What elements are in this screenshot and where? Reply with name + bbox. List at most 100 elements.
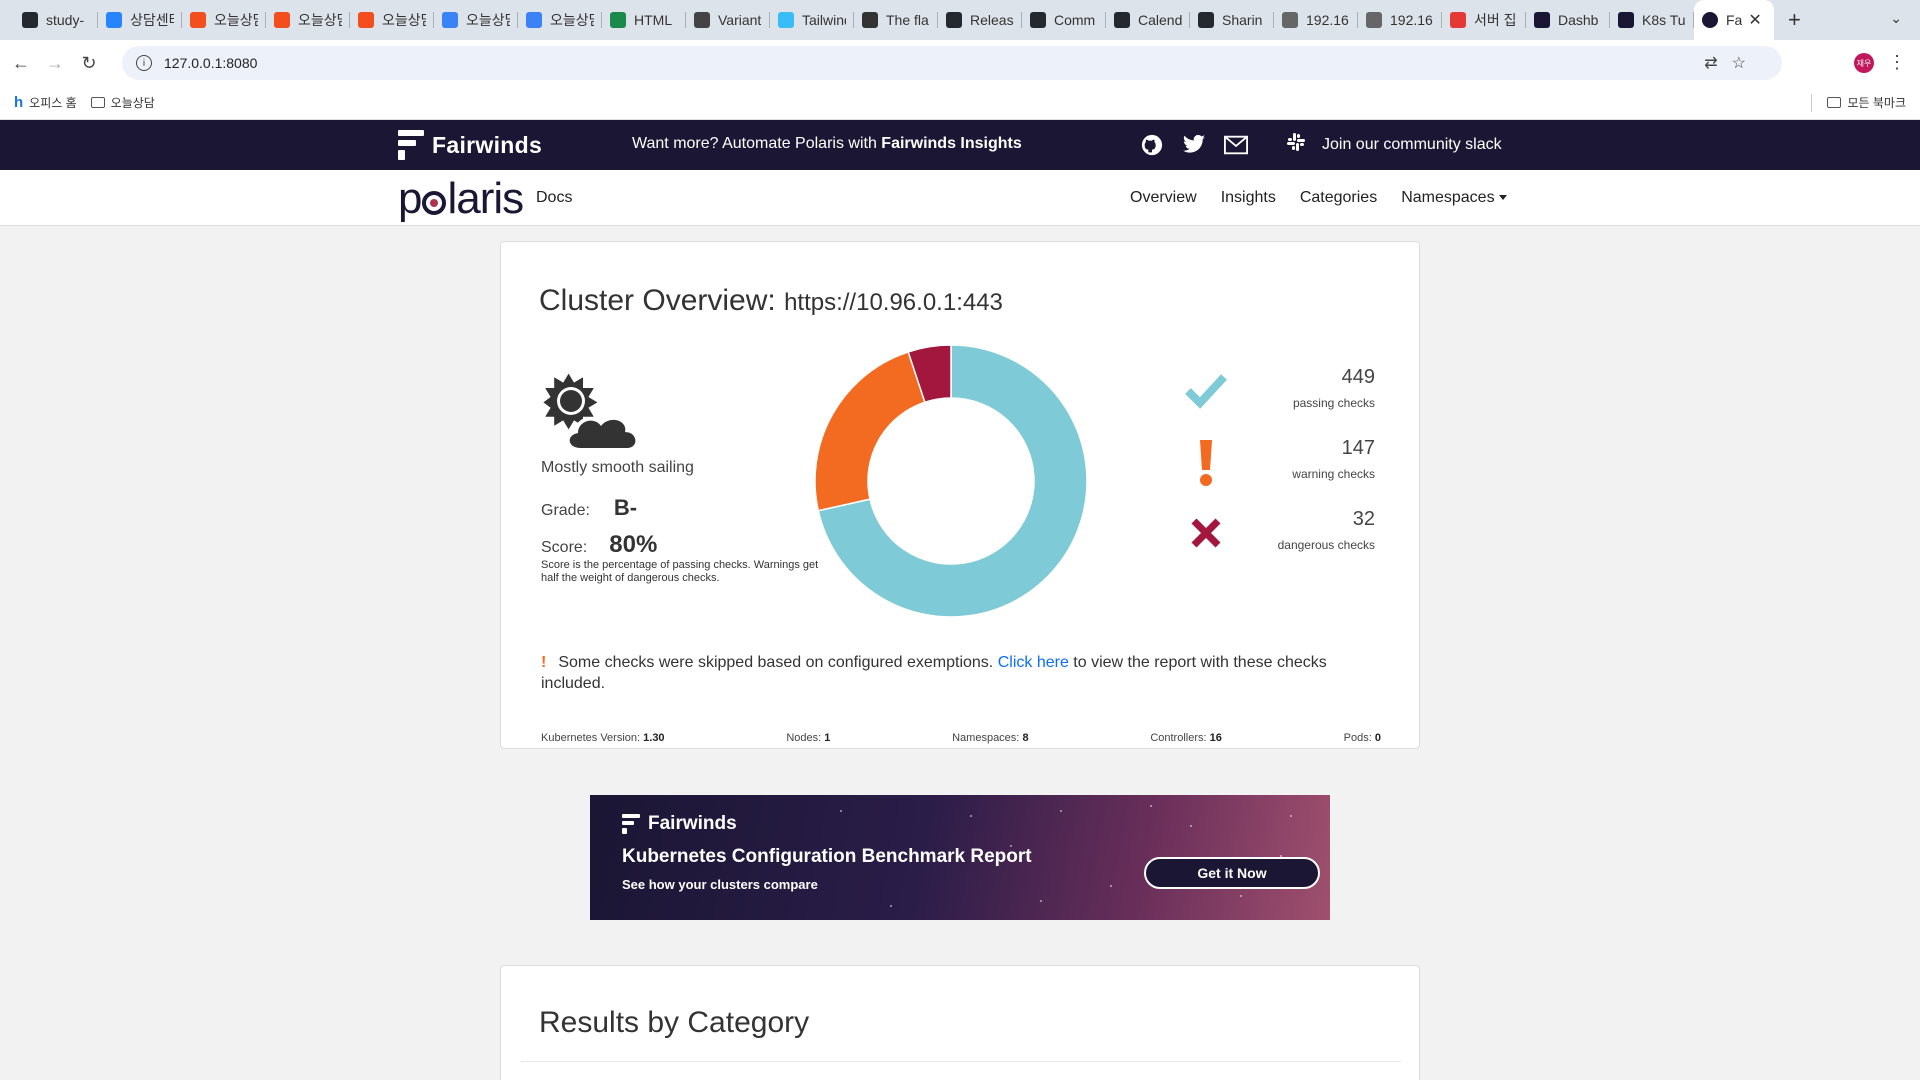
new-tab-icon[interactable]: + <box>1788 7 1801 33</box>
back-icon[interactable]: ← <box>4 53 38 74</box>
github-icon[interactable] <box>1140 133 1164 157</box>
stat-nodes: Nodes: 1 <box>786 732 830 744</box>
tab-label: 192.16 <box>1390 12 1433 28</box>
fairwinds-icon <box>1618 12 1634 28</box>
browser-tab[interactable]: 상담센터 <box>98 0 182 40</box>
w-icon <box>610 12 626 28</box>
star-decoration <box>1110 885 1112 887</box>
tab-label: study- <box>46 12 85 28</box>
reload-icon[interactable]: ↻ <box>72 53 106 74</box>
browser-tab[interactable]: Sharin <box>1190 0 1274 40</box>
view-with-exemptions-link[interactable]: Click here <box>998 654 1069 671</box>
title-text: Cluster Overview: <box>539 284 776 317</box>
slack-label: Join our community slack <box>1322 135 1502 153</box>
site-info-icon[interactable]: i <box>136 55 152 71</box>
url-text[interactable]: 127.0.0.1:8080 <box>164 55 257 71</box>
warning-label: warning checks <box>1292 467 1375 481</box>
all-bookmarks[interactable]: 모든 북마크 <box>1827 94 1906 111</box>
exempt-text: Some checks were skipped based on config… <box>558 654 994 671</box>
browser-tab[interactable]: HTML <box>602 0 686 40</box>
trello-icon <box>526 12 542 28</box>
check-summary: 449 passing checks 147 warning checks 32… <box>1181 366 1375 579</box>
get-it-now-button[interactable]: Get it Now <box>1144 857 1320 889</box>
browser-tab[interactable]: 192.16 <box>1358 0 1442 40</box>
translate-icon[interactable]: ⇄ <box>1704 53 1717 73</box>
grade-label: Grade: <box>541 502 590 519</box>
fairwinds-mark-icon <box>622 814 640 834</box>
browser-tab[interactable]: study- <box>14 0 98 40</box>
nav-overview[interactable]: Overview <box>1130 189 1197 207</box>
nav-categories[interactable]: Categories <box>1300 189 1377 207</box>
star-decoration <box>890 905 892 907</box>
checkmark-icon <box>1181 366 1231 416</box>
forward-icon[interactable]: → <box>38 53 72 74</box>
bookmark-folder-consult[interactable]: 오늘상담 <box>90 94 155 111</box>
score-label: Score: <box>541 539 588 556</box>
grade-value: B- <box>613 495 638 520</box>
star-decoration <box>1290 815 1292 817</box>
browser-tab[interactable]: 오늘상담 <box>182 0 266 40</box>
browser-tab[interactable]: Dashb <box>1526 0 1610 40</box>
donut-slice-warning-checks <box>814 350 926 512</box>
bookmark-star-icon[interactable]: ☆ <box>1732 53 1746 73</box>
browser-tab[interactable]: The fla <box>854 0 938 40</box>
browser-tab[interactable]: Releas <box>938 0 1022 40</box>
trello-icon <box>442 12 458 28</box>
score-note: Score is the percentage of passing check… <box>541 559 819 584</box>
browser-tab-active[interactable]: Fa ✕ <box>1694 0 1774 40</box>
bookmarks-bar: h 오피스 홈 오늘상담 모든 북마크 <box>0 86 1920 120</box>
tab-label: 상담센터 <box>130 12 174 28</box>
browser-tab[interactable]: 오늘상담 <box>350 0 434 40</box>
polaris-navbar: p laris Docs Overview Insights Categories… <box>0 170 1920 226</box>
browser-tab-strip: study- 상담센터 오늘상담 오늘상담 오늘상담 오늘상담 오늘상담 HTML Varian… <box>0 0 1920 40</box>
browser-tab[interactable]: Comm <box>1022 0 1106 40</box>
fairwinds-brand: Fairwinds <box>432 131 543 158</box>
star-decoration <box>840 810 842 812</box>
weather-label: Mostly smooth sailing <box>541 459 694 476</box>
checks-donut-chart <box>814 344 1088 618</box>
slack-community-link[interactable]: Join our community slack <box>1286 132 1502 157</box>
figma-icon <box>358 12 374 28</box>
nav-insights[interactable]: Insights <box>1221 189 1276 207</box>
browser-tab[interactable]: 192.16 <box>1274 0 1358 40</box>
browser-menu-icon[interactable]: ⋮ <box>1888 52 1906 73</box>
tab-search-chevron-icon[interactable]: ⌄ <box>1890 10 1902 27</box>
passing-checks: 449 passing checks <box>1181 366 1375 437</box>
nav-namespaces-dropdown[interactable]: Namespaces <box>1401 189 1507 207</box>
browser-tab[interactable]: 오늘상담 <box>518 0 602 40</box>
browser-tab[interactable]: K8s Tu <box>1610 0 1694 40</box>
stat-label: Controllers: <box>1150 732 1207 744</box>
bookmark-office-home[interactable]: h 오피스 홈 <box>14 94 77 111</box>
x-icon <box>1181 508 1231 558</box>
twitter-icon[interactable] <box>1182 133 1206 157</box>
browser-tab[interactable]: Variant <box>686 0 770 40</box>
fairwinds-icon <box>1534 12 1550 28</box>
page-title: Cluster Overview: https://10.96.0.1:443 <box>539 284 1003 318</box>
insights-promo-link[interactable]: Want more? Automate Polaris with Fairwin… <box>632 135 1022 153</box>
globe-icon <box>1282 12 1298 28</box>
close-tab-icon[interactable]: ✕ <box>1748 10 1761 30</box>
benchmark-report-banner[interactable]: Fairwinds Kubernetes Configuration Bench… <box>590 795 1330 920</box>
docs-link[interactable]: Docs <box>536 189 572 207</box>
h-icon: h <box>14 94 24 111</box>
all-bookmarks-label: 모든 북마크 <box>1847 96 1906 110</box>
github-icon <box>22 12 38 28</box>
browser-tab[interactable]: Calend <box>1106 0 1190 40</box>
browser-tab[interactable]: 서버 집 <box>1442 0 1526 40</box>
fairwinds-topbar: Fairwinds Want more? Automate Polaris wi… <box>0 120 1920 170</box>
polaris-logo[interactable]: p laris <box>398 174 524 224</box>
tab-label: Dashb <box>1558 12 1599 28</box>
browser-tab[interactable]: 오늘상담 <box>266 0 350 40</box>
browser-tab[interactable]: Tailwind <box>770 0 854 40</box>
profile-avatar[interactable]: 재우 <box>1854 53 1874 73</box>
browser-tab[interactable]: 오늘상담 <box>434 0 518 40</box>
mail-icon[interactable] <box>1224 133 1248 157</box>
exemption-notice: ! Some checks were skipped based on confi… <box>541 652 1391 694</box>
tab-label: Releas <box>970 12 1014 28</box>
address-bar[interactable]: i 127.0.0.1:8080 ⇄ ☆ <box>122 46 1782 80</box>
exclamation-icon <box>1181 437 1231 487</box>
fairwinds-logo[interactable]: Fairwinds <box>398 130 542 160</box>
tab-label: Sharin <box>1222 12 1263 28</box>
star-decoration <box>1190 825 1192 827</box>
github-icon <box>946 12 962 28</box>
